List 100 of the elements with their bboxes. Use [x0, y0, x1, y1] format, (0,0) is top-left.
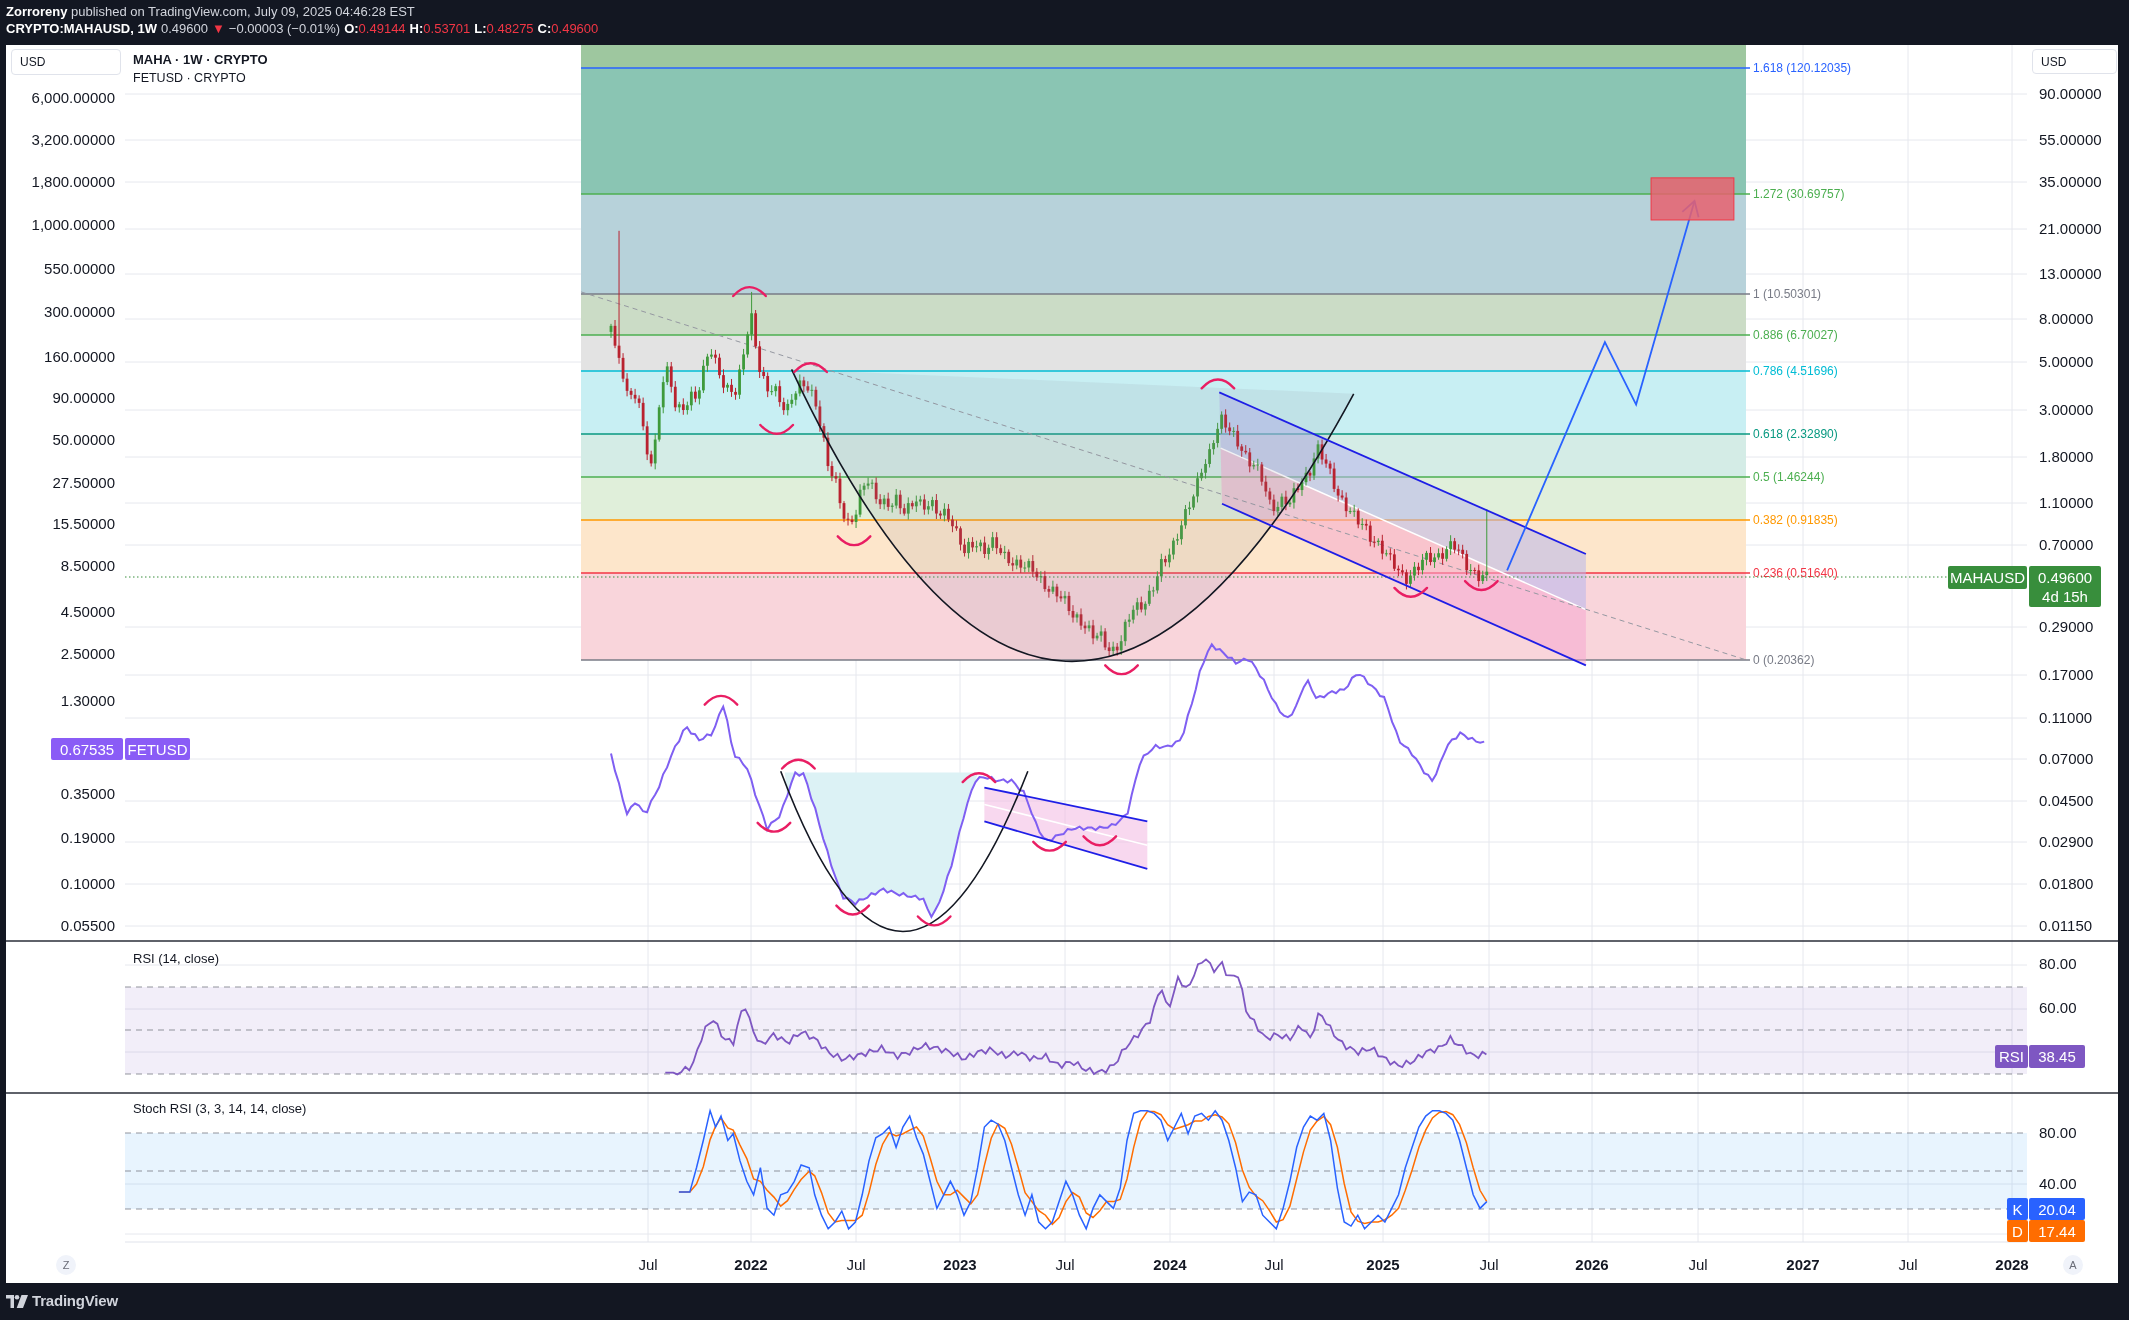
fib-level-label: 1 (10.50301) [1753, 287, 1822, 301]
time-axis-label: Jul [1688, 1256, 1708, 1273]
axis-label: 13.00000 [2039, 265, 2102, 282]
value-badge: 17.44 [2029, 1220, 2085, 1242]
brand-name[interactable]: TradingView [32, 1290, 118, 1313]
axis-label: 0.04500 [2039, 792, 2094, 809]
axis-label: 90.00000 [52, 389, 115, 406]
time-axis-label: Jul [1479, 1256, 1499, 1273]
arc-mark [1032, 840, 1068, 852]
line-key-badge: K [2007, 1198, 2028, 1220]
time-axis-label: 2022 [734, 1256, 768, 1273]
fib-level-label: 0.236 (0.51640) [1753, 566, 1838, 580]
time-axis-label: 2027 [1786, 1256, 1820, 1273]
fib-level-label: 0.5 (1.46244) [1753, 470, 1825, 484]
time-axis-label: 2023 [943, 1256, 977, 1273]
axis-label: 90.00000 [2039, 85, 2102, 102]
axis-label: 0.29000 [2039, 618, 2094, 635]
indicator-title: Stoch RSI (3, 3, 14, 14, close) [133, 1101, 307, 1116]
axis-label: 8.00000 [2039, 310, 2094, 327]
arc-mark [916, 915, 952, 927]
indicator-title: RSI (14, close) [133, 951, 219, 966]
scale-toggle-button[interactable]: A [2063, 1255, 2083, 1275]
time-axis-label: 2026 [1575, 1256, 1609, 1273]
axis-label: 550.00000 [44, 260, 115, 277]
fib-level-label: 0.886 (6.70027) [1753, 328, 1838, 342]
axis-label: 1,800.00000 [31, 173, 115, 190]
axis-label: 27.50000 [52, 474, 115, 491]
axis-label: 3.00000 [2039, 401, 2094, 418]
time-axis-label: Jul [638, 1256, 658, 1273]
axis-label: 160.00000 [44, 348, 115, 365]
time-axis-label: Jul [846, 1256, 866, 1273]
ohlc-value: O:0.49144 [344, 20, 406, 37]
line-key-badge: D [2007, 1220, 2028, 1242]
time-axis-label: 2024 [1153, 1256, 1187, 1273]
axis-label: 0.35000 [60, 785, 115, 802]
ohlc-value: C:0.49600 [537, 20, 599, 37]
axis-label: 0.10000 [60, 875, 115, 892]
axis-label: 15.50000 [52, 515, 115, 532]
time-axis-label: Jul [1898, 1256, 1918, 1273]
arc-mark [1082, 835, 1118, 847]
arc-mark [732, 285, 767, 298]
arc-mark [835, 904, 871, 916]
axis-label: 0.02900 [2039, 833, 2094, 850]
price-badge: 0.49600 4d 15h [2029, 566, 2101, 607]
currency-button[interactable]: USD [11, 49, 121, 75]
axis-label: 1.30000 [60, 692, 115, 709]
publish-note: Zorroreny published on TradingView.com, July 09, 2025 04:46:28 EST [6, 3, 416, 20]
fib-level-label: 0.786 (4.51696) [1753, 364, 1838, 378]
axis-label: 0.70000 [2039, 536, 2094, 553]
axis-label: 4.50000 [60, 603, 115, 620]
time-axis-label: 2025 [1366, 1256, 1400, 1273]
price-badge: 0.67535 [51, 738, 123, 760]
axis-label: 0.11000 [2039, 709, 2093, 726]
chart-title: MAHA · 1W · CRYPTO [133, 52, 268, 67]
ohlc-value: L:0.48275 [474, 20, 534, 37]
axis-label: 2.50000 [60, 645, 115, 662]
fib-level-label: 0.382 (0.91835) [1753, 513, 1838, 527]
fib-level-label: 1.272 (30.69757) [1753, 187, 1845, 201]
axis-label: 3,200.00000 [31, 131, 115, 148]
overlay-symbol-title: FETUSD · CRYPTO [133, 71, 246, 85]
symbol-badge: MAHAUSD [1948, 566, 2027, 589]
axis-label: 1.10000 [2039, 494, 2094, 511]
axis-label: 60.00 [2039, 999, 2077, 1016]
axis-label: 0.07000 [2039, 750, 2094, 767]
ohlc-value: H:0.53701 [409, 20, 471, 37]
axis-label: 50.00000 [52, 431, 115, 448]
arc-mark [1393, 586, 1429, 598]
arc-mark [759, 423, 795, 435]
arc-mark [703, 694, 739, 706]
fib-level-label: 0 (0.20362) [1753, 653, 1815, 667]
price-change: −0.00003 (−0.01%) [228, 20, 341, 37]
arc-mark [836, 535, 872, 547]
last-price: 0.49600 [160, 20, 208, 37]
axis-label: 6,000.00000 [31, 89, 115, 106]
currency-button[interactable]: USD [2032, 49, 2117, 74]
symbol-title: CRYPTO:MAHAUSD, 1W [6, 20, 157, 37]
time-axis-label: Jul [1055, 1256, 1075, 1273]
axis-label: 0.19000 [60, 829, 115, 846]
axis-label: 40.00 [2039, 1175, 2077, 1192]
axis-label: 0.17000 [2039, 666, 2094, 683]
logo-icon[interactable] [6, 1295, 28, 1308]
axis-label: 1,000.00000 [31, 216, 115, 233]
arc-mark [1104, 664, 1139, 676]
arc-mark [1463, 579, 1499, 592]
time-axis-label: 2028 [1995, 1256, 2029, 1273]
arc-mark [780, 758, 816, 770]
down-triangle-icon: ▼ [211, 20, 225, 37]
arc-mark [961, 772, 997, 784]
axis-label: 35.00000 [2039, 173, 2102, 190]
value-badge: 20.04 [2029, 1198, 2085, 1220]
scale-toggle-button[interactable]: Z [56, 1255, 76, 1275]
arc-mark [1200, 378, 1236, 390]
axis-label: 0.05500 [60, 917, 115, 934]
indicator-badge: RSI [1995, 1045, 2028, 1068]
arc-mark [756, 821, 792, 833]
axis-label: 5.00000 [2039, 353, 2094, 370]
fib-level-label: 1.618 (120.12035) [1753, 61, 1852, 75]
axis-label: 80.00 [2039, 1124, 2077, 1141]
time-axis-label: Jul [1264, 1256, 1284, 1273]
value-badge: 38.45 [2029, 1045, 2085, 1068]
